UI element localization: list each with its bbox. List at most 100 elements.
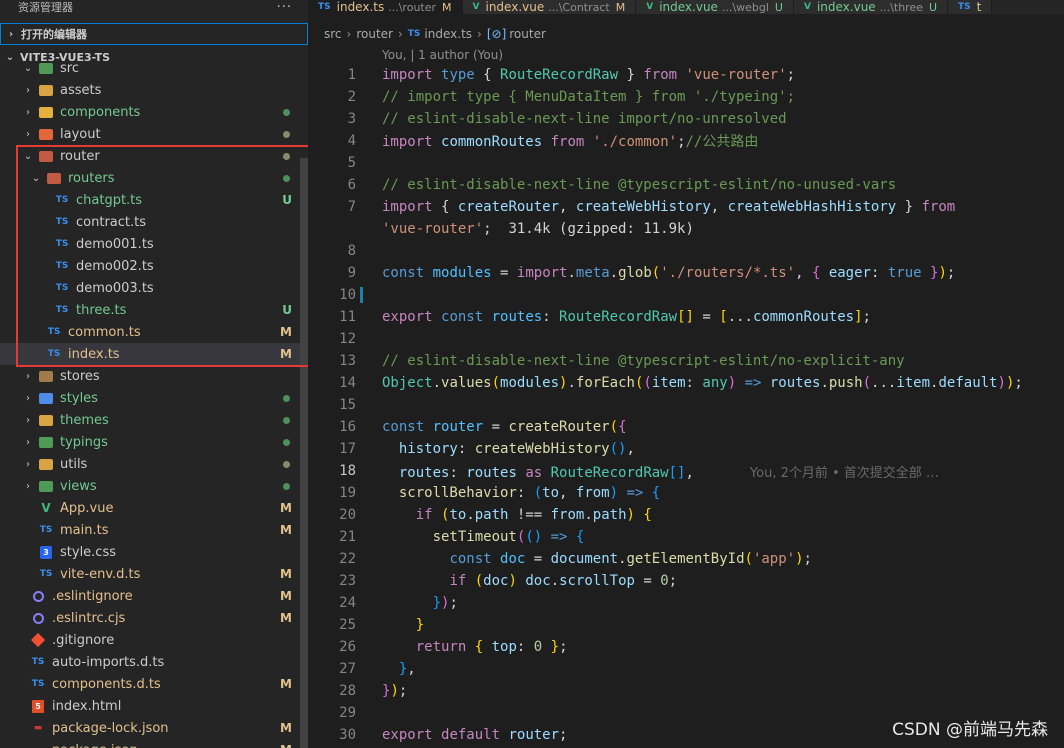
tree-item[interactable]: TS index.ts M bbox=[0, 343, 300, 365]
code-line[interactable]: 'vue-router'; 31.4k (gzipped: 11.9k) bbox=[308, 218, 1064, 240]
tree-item[interactable]: TS auto-imports.d.ts bbox=[0, 651, 300, 673]
code-token: , bbox=[559, 199, 576, 215]
code-line[interactable]: 23 if (doc) doc.scrollTop = 0; bbox=[308, 570, 1064, 592]
code-line[interactable]: 6 // eslint-disable-next-line @typescript… bbox=[308, 174, 1064, 196]
code-line[interactable]: 16 const router = createRouter({ bbox=[308, 416, 1064, 438]
code-line[interactable]: 10 bbox=[308, 284, 1064, 306]
code-token: ; bbox=[449, 595, 458, 611]
code-token: ) bbox=[609, 485, 619, 501]
tree-item[interactable]: ⌄ routers bbox=[0, 167, 300, 189]
more-actions-icon[interactable]: ··· bbox=[277, 0, 292, 15]
tree-item[interactable]: › components bbox=[0, 101, 300, 123]
code-token: ; bbox=[862, 309, 871, 325]
code-line[interactable]: 5 bbox=[308, 152, 1064, 174]
breadcrumb-symbol[interactable]: router bbox=[509, 27, 546, 41]
code-text: const doc = document.getElementById('app… bbox=[382, 551, 812, 567]
tree-item[interactable]: .gitignore bbox=[0, 629, 300, 651]
inline-git-blame[interactable]: You, 2个月前 • 首次提交全部 … bbox=[750, 466, 939, 481]
code-line[interactable]: 26 return { top: 0 }; bbox=[308, 636, 1064, 658]
code-token: . bbox=[609, 265, 619, 281]
breadcrumb-src[interactable]: src bbox=[324, 27, 342, 41]
code-line[interactable]: 1 import type { RouteRecordRaw } from 'vu… bbox=[308, 64, 1064, 86]
code-token: to bbox=[449, 507, 467, 523]
tree-item[interactable]: TS common.ts M bbox=[0, 321, 300, 343]
tree-item[interactable]: ⌄ src bbox=[0, 57, 300, 79]
code-line[interactable]: 25 } bbox=[308, 614, 1064, 636]
code-line[interactable]: 9 const modules = import.meta.glob('./rou… bbox=[308, 262, 1064, 284]
code-line[interactable]: 28}); bbox=[308, 680, 1064, 702]
code-token: import bbox=[382, 199, 433, 215]
code-line[interactable]: 22 const doc = document.getElementById('… bbox=[308, 548, 1064, 570]
breadcrumb-file[interactable]: index.ts bbox=[424, 27, 472, 41]
tree-item[interactable]: .eslintrc.cjs M bbox=[0, 607, 300, 629]
code-line[interactable]: 15 bbox=[308, 394, 1064, 416]
tree-item[interactable]: › stores bbox=[0, 365, 300, 387]
code-token: ; bbox=[803, 551, 812, 567]
tree-item[interactable]: › themes bbox=[0, 409, 300, 431]
tree-item[interactable]: ▬ package-lock.json M bbox=[0, 717, 300, 739]
code-line[interactable]: 24 }); bbox=[308, 592, 1064, 614]
code-token: { bbox=[651, 485, 661, 501]
code-line[interactable]: 17 history: createWebHistory(), bbox=[308, 438, 1064, 460]
html-shape: 5 bbox=[32, 699, 44, 713]
code-token: scrollBehavior bbox=[398, 485, 517, 501]
editor-tab[interactable]: TS index.ts ...\router M bbox=[308, 0, 463, 14]
codelens-blame[interactable]: You, | 1 author (You) bbox=[382, 46, 503, 64]
code-line[interactable]: 14 Object.values(modules).forEach((item: … bbox=[308, 372, 1064, 394]
tree-item[interactable]: TS vite-env.d.ts M bbox=[0, 563, 300, 585]
code-token: import bbox=[382, 67, 433, 83]
editor-tab[interactable]: TS t bbox=[948, 0, 993, 14]
code-token: ) bbox=[626, 507, 635, 523]
code-token: const bbox=[441, 309, 484, 325]
code-line[interactable]: 19 scrollBehavior: (to, from) => { bbox=[308, 482, 1064, 504]
code-line[interactable]: 4 import commonRoutes from './common';//公… bbox=[308, 130, 1064, 152]
tree-item[interactable]: TS components.d.ts M bbox=[0, 673, 300, 695]
editor-tab[interactable]: Vindex.vue ...\three U bbox=[793, 0, 949, 14]
code-line[interactable]: 20 if (to.path !== from.path) { bbox=[308, 504, 1064, 526]
tree-item[interactable]: TS demo002.ts bbox=[0, 255, 300, 277]
tree-item[interactable]: TS demo003.ts bbox=[0, 277, 300, 299]
tree-item[interactable]: › layout bbox=[0, 123, 300, 145]
editor-tab[interactable]: Vindex.vue ...\Contract M bbox=[462, 0, 637, 14]
tree-item[interactable]: ⌄ router bbox=[0, 145, 300, 167]
code-token: './routers/*.ts' bbox=[660, 265, 796, 281]
code-line[interactable]: 27 }, bbox=[308, 658, 1064, 680]
git-gutter-modified-indicator[interactable] bbox=[360, 287, 363, 303]
tree-item[interactable]: TS three.ts U bbox=[0, 299, 300, 321]
line-number: 21 bbox=[339, 529, 356, 545]
tree-item[interactable]: › utils bbox=[0, 453, 300, 475]
code-line[interactable]: 18 routes: routes as RouteRecordRaw[], Yo… bbox=[308, 460, 1064, 482]
tree-item[interactable]: ▬ package.json M bbox=[0, 739, 300, 748]
code-line[interactable]: 11 export const routes: RouteRecordRaw[] … bbox=[308, 306, 1064, 328]
tree-item[interactable]: TS chatgpt.ts U bbox=[0, 189, 300, 211]
tree-item[interactable]: › views bbox=[0, 475, 300, 497]
breadcrumb-router[interactable]: router bbox=[356, 27, 393, 41]
tree-item[interactable]: TS demo001.ts bbox=[0, 233, 300, 255]
code-token: , bbox=[407, 661, 416, 677]
code-line[interactable]: 3 // eslint-disable-next-line import/no-u… bbox=[308, 108, 1064, 130]
tree-item[interactable]: › assets bbox=[0, 79, 300, 101]
sidebar-scrollbar[interactable] bbox=[300, 158, 308, 748]
code-line[interactable]: 7 import { createRouter, createWebHistory… bbox=[308, 196, 1064, 218]
tab-label: index.vue bbox=[659, 0, 718, 14]
tree-item[interactable]: › typings bbox=[0, 431, 300, 453]
open-editors-section[interactable]: › 打开的编辑器 bbox=[0, 23, 308, 45]
code-token: { bbox=[643, 507, 652, 523]
tree-item-label: index.ts bbox=[68, 346, 120, 362]
code-line[interactable]: 12 bbox=[308, 328, 1064, 350]
tree-item[interactable]: V App.vue M bbox=[0, 497, 300, 519]
tree-item[interactable]: TS main.ts M bbox=[0, 519, 300, 541]
code-editor[interactable]: 1 import type { RouteRecordRaw } from 'vu… bbox=[308, 64, 1064, 748]
code-line[interactable]: 2 // import type { MenuDataItem } from '.… bbox=[308, 86, 1064, 108]
tree-item[interactable]: › styles bbox=[0, 387, 300, 409]
tree-item[interactable]: 3 style.css bbox=[0, 541, 300, 563]
code-line[interactable]: 21 setTimeout(() => { bbox=[308, 526, 1064, 548]
code-line[interactable]: 13 // eslint-disable-next-line @typescrip… bbox=[308, 350, 1064, 372]
code-line[interactable]: 8 bbox=[308, 240, 1064, 262]
typescript-icon: TS bbox=[55, 195, 69, 205]
tree-item[interactable]: .eslintignore M bbox=[0, 585, 300, 607]
tree-item[interactable]: 5 index.html bbox=[0, 695, 300, 717]
tree-item[interactable]: TS contract.ts bbox=[0, 211, 300, 233]
editor-tab[interactable]: Vindex.vue ...\webgl U bbox=[636, 0, 794, 14]
